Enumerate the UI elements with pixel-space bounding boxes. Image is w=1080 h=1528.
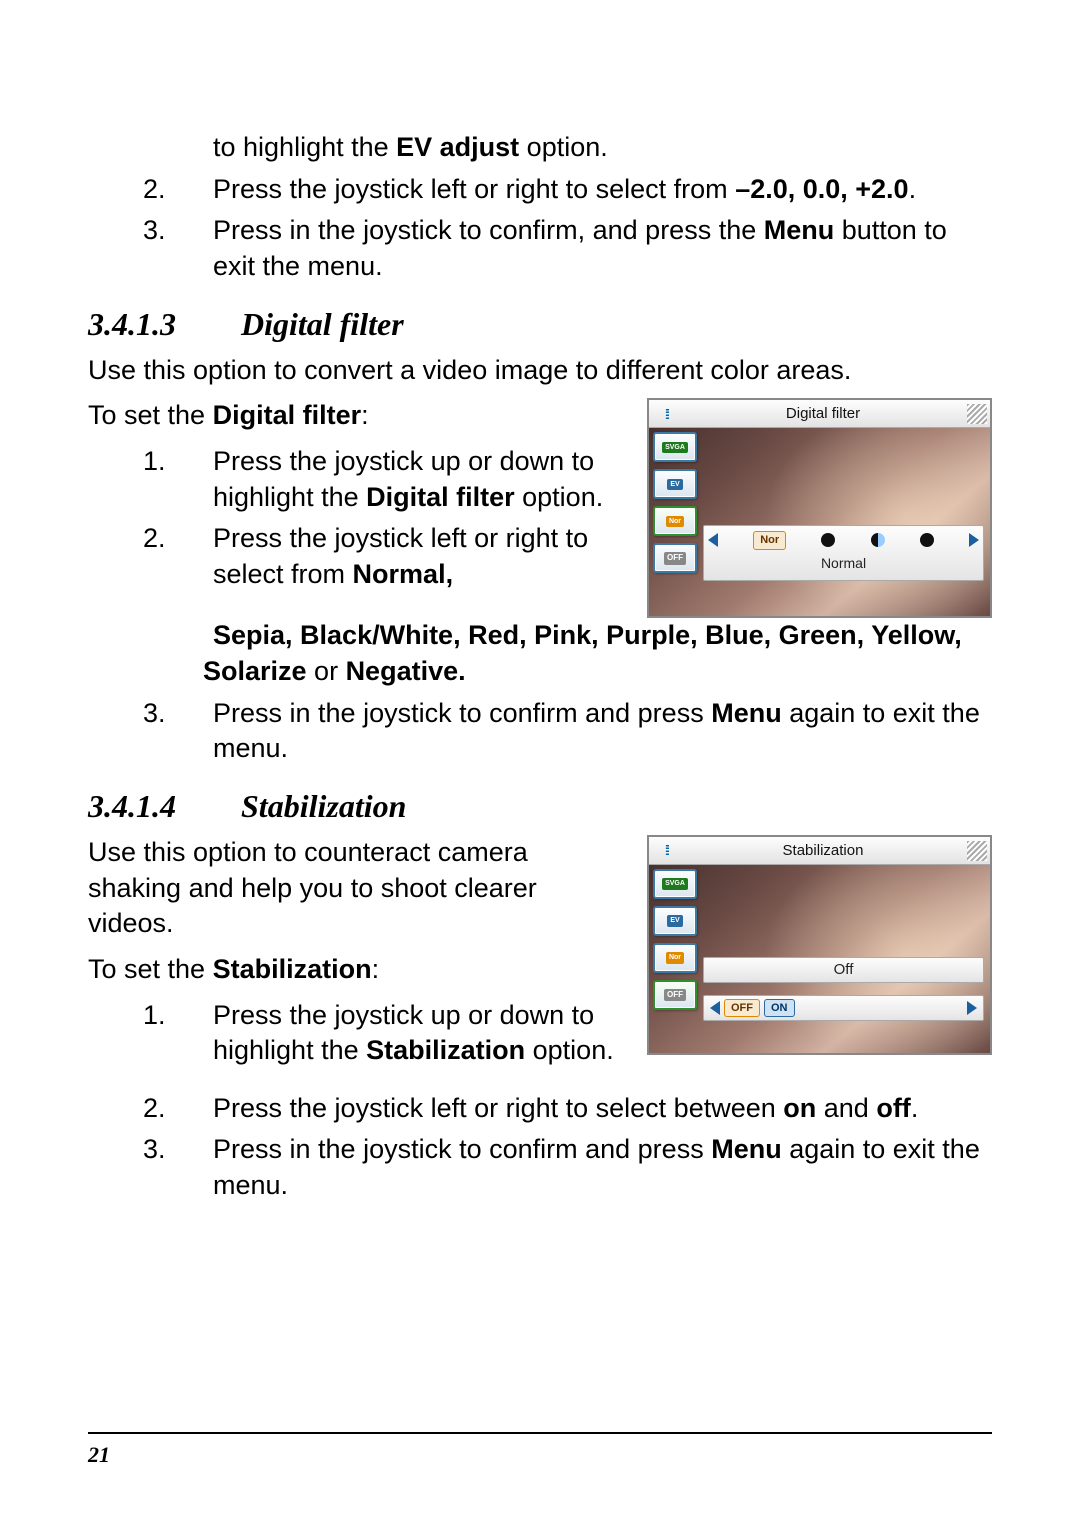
df-step3: Press in the joystick to confirm and pre… (213, 696, 992, 767)
df-step2-partial: Press the joystick left or right to sele… (213, 521, 623, 592)
half-dot-icon[interactable] (871, 533, 885, 547)
ui-title: Stabilization (679, 841, 967, 861)
digital-filter-block: To set the Digital filter: 1. Press the … (88, 398, 992, 618)
option-selected[interactable]: Nor (753, 531, 786, 550)
section-heading-stabilization: 3.4.1.4 Stabilization (88, 785, 992, 827)
page-content: 0. to highlight the EV adjust option. 2.… (88, 130, 992, 1414)
df-step2-cont: Sepia, Black/White, Red, Pink, Purple, B… (88, 618, 992, 689)
list-number: 3. (88, 1132, 213, 1203)
ev-steps-continued: 0. to highlight the EV adjust option. 2.… (88, 130, 992, 285)
digital-filter-intro: Use this option to convert a video image… (88, 353, 992, 389)
arrow-right-icon[interactable] (967, 1001, 977, 1015)
digital-filter-steps-cont: 3. Press in the joystick to confirm and … (88, 696, 992, 767)
stabilization-block: Use this option to counteract camera sha… (88, 835, 992, 1087)
chip-off[interactable]: OFF (653, 980, 697, 1010)
dot-icon[interactable] (920, 533, 934, 547)
section-heading-digital-filter: 3.4.1.3 Digital filter (88, 303, 992, 345)
section-title: Stabilization (241, 788, 406, 824)
ev-cont-text: to highlight the EV adjust option. (213, 130, 992, 166)
arrow-right-icon[interactable] (969, 533, 979, 547)
arrow-left-icon[interactable] (710, 1001, 720, 1015)
stab-status-strip: Off (703, 957, 984, 983)
arrow-left-icon[interactable] (708, 533, 718, 547)
grid-icon: ⁞⁞⁞ (653, 840, 679, 862)
ui-title: Digital filter (679, 404, 967, 424)
stab-option-strip: OFF ON (703, 995, 984, 1021)
stab-status: Off (834, 960, 854, 980)
chip-ev[interactable]: EV (653, 906, 697, 936)
chip-nor[interactable]: Nor (653, 943, 697, 973)
stabilization-steps-cont: 2. Press the joystick left or right to s… (88, 1091, 992, 1204)
stabilization-steps: 1. Press the joystick up or down to high… (88, 998, 623, 1069)
chip-ev[interactable]: EV (653, 469, 697, 499)
filter-option-strip: Nor Normal (703, 525, 984, 581)
list-number: 3. (88, 213, 213, 284)
stab-step3: Press in the joystick to confirm and pre… (213, 1132, 992, 1203)
screenshot-digital-filter: ⁞⁞⁞ Digital filter SVGA EV Nor OFF Nor (647, 398, 992, 618)
list-number: 2. (88, 1091, 213, 1127)
list-number: 2. (88, 172, 213, 208)
list-number: 3. (88, 696, 213, 767)
ev-step2: Press the joystick left or right to sele… (213, 172, 992, 208)
stabilization-intro: Use this option to counteract camera sha… (88, 835, 623, 942)
chip-svga[interactable]: SVGA (653, 432, 697, 462)
ui-sidebar: SVGA EV Nor OFF (653, 869, 697, 1010)
section-number: 3.4.1.3 (88, 303, 233, 345)
chip-nor[interactable]: Nor (653, 506, 697, 536)
df-step1: Press the joystick up or down to highlig… (213, 444, 623, 515)
list-number: 1. (88, 998, 213, 1069)
digital-filter-steps: 1. Press the joystick up or down to high… (88, 444, 623, 593)
dot-icon[interactable] (821, 533, 835, 547)
option-off[interactable]: OFF (724, 999, 760, 1018)
manual-page: 0. to highlight the EV adjust option. 2.… (0, 0, 1080, 1528)
resize-corner-icon (967, 404, 987, 424)
list-number: 2. (88, 521, 213, 592)
footer-rule (88, 1432, 992, 1434)
list-number: 1. (88, 444, 213, 515)
ui-titlebar: ⁞⁞⁞ Digital filter (649, 400, 990, 428)
option-on[interactable]: ON (764, 999, 795, 1018)
digital-filter-toset: To set the Digital filter: (88, 398, 623, 434)
ui-sidebar: SVGA EV Nor OFF (653, 432, 697, 573)
stabilization-toset: To set the Stabilization: (88, 952, 623, 988)
resize-corner-icon (967, 841, 987, 861)
screenshot-stabilization: ⁞⁞⁞ Stabilization SVGA EV Nor OFF Off OF… (647, 835, 992, 1055)
section-title: Digital filter (241, 306, 404, 342)
chip-off[interactable]: OFF (653, 543, 697, 573)
option-sublabel: Normal (708, 554, 979, 572)
section-number: 3.4.1.4 (88, 785, 233, 827)
chip-svga[interactable]: SVGA (653, 869, 697, 899)
ui-titlebar: ⁞⁞⁞ Stabilization (649, 837, 990, 865)
stab-step1: Press the joystick up or down to highlig… (213, 998, 623, 1069)
stab-step2: Press the joystick left or right to sele… (213, 1091, 992, 1127)
ev-step3: Press in the joystick to confirm, and pr… (213, 213, 992, 284)
grid-icon: ⁞⁞⁞ (653, 403, 679, 425)
page-number: 21 (88, 1442, 992, 1468)
